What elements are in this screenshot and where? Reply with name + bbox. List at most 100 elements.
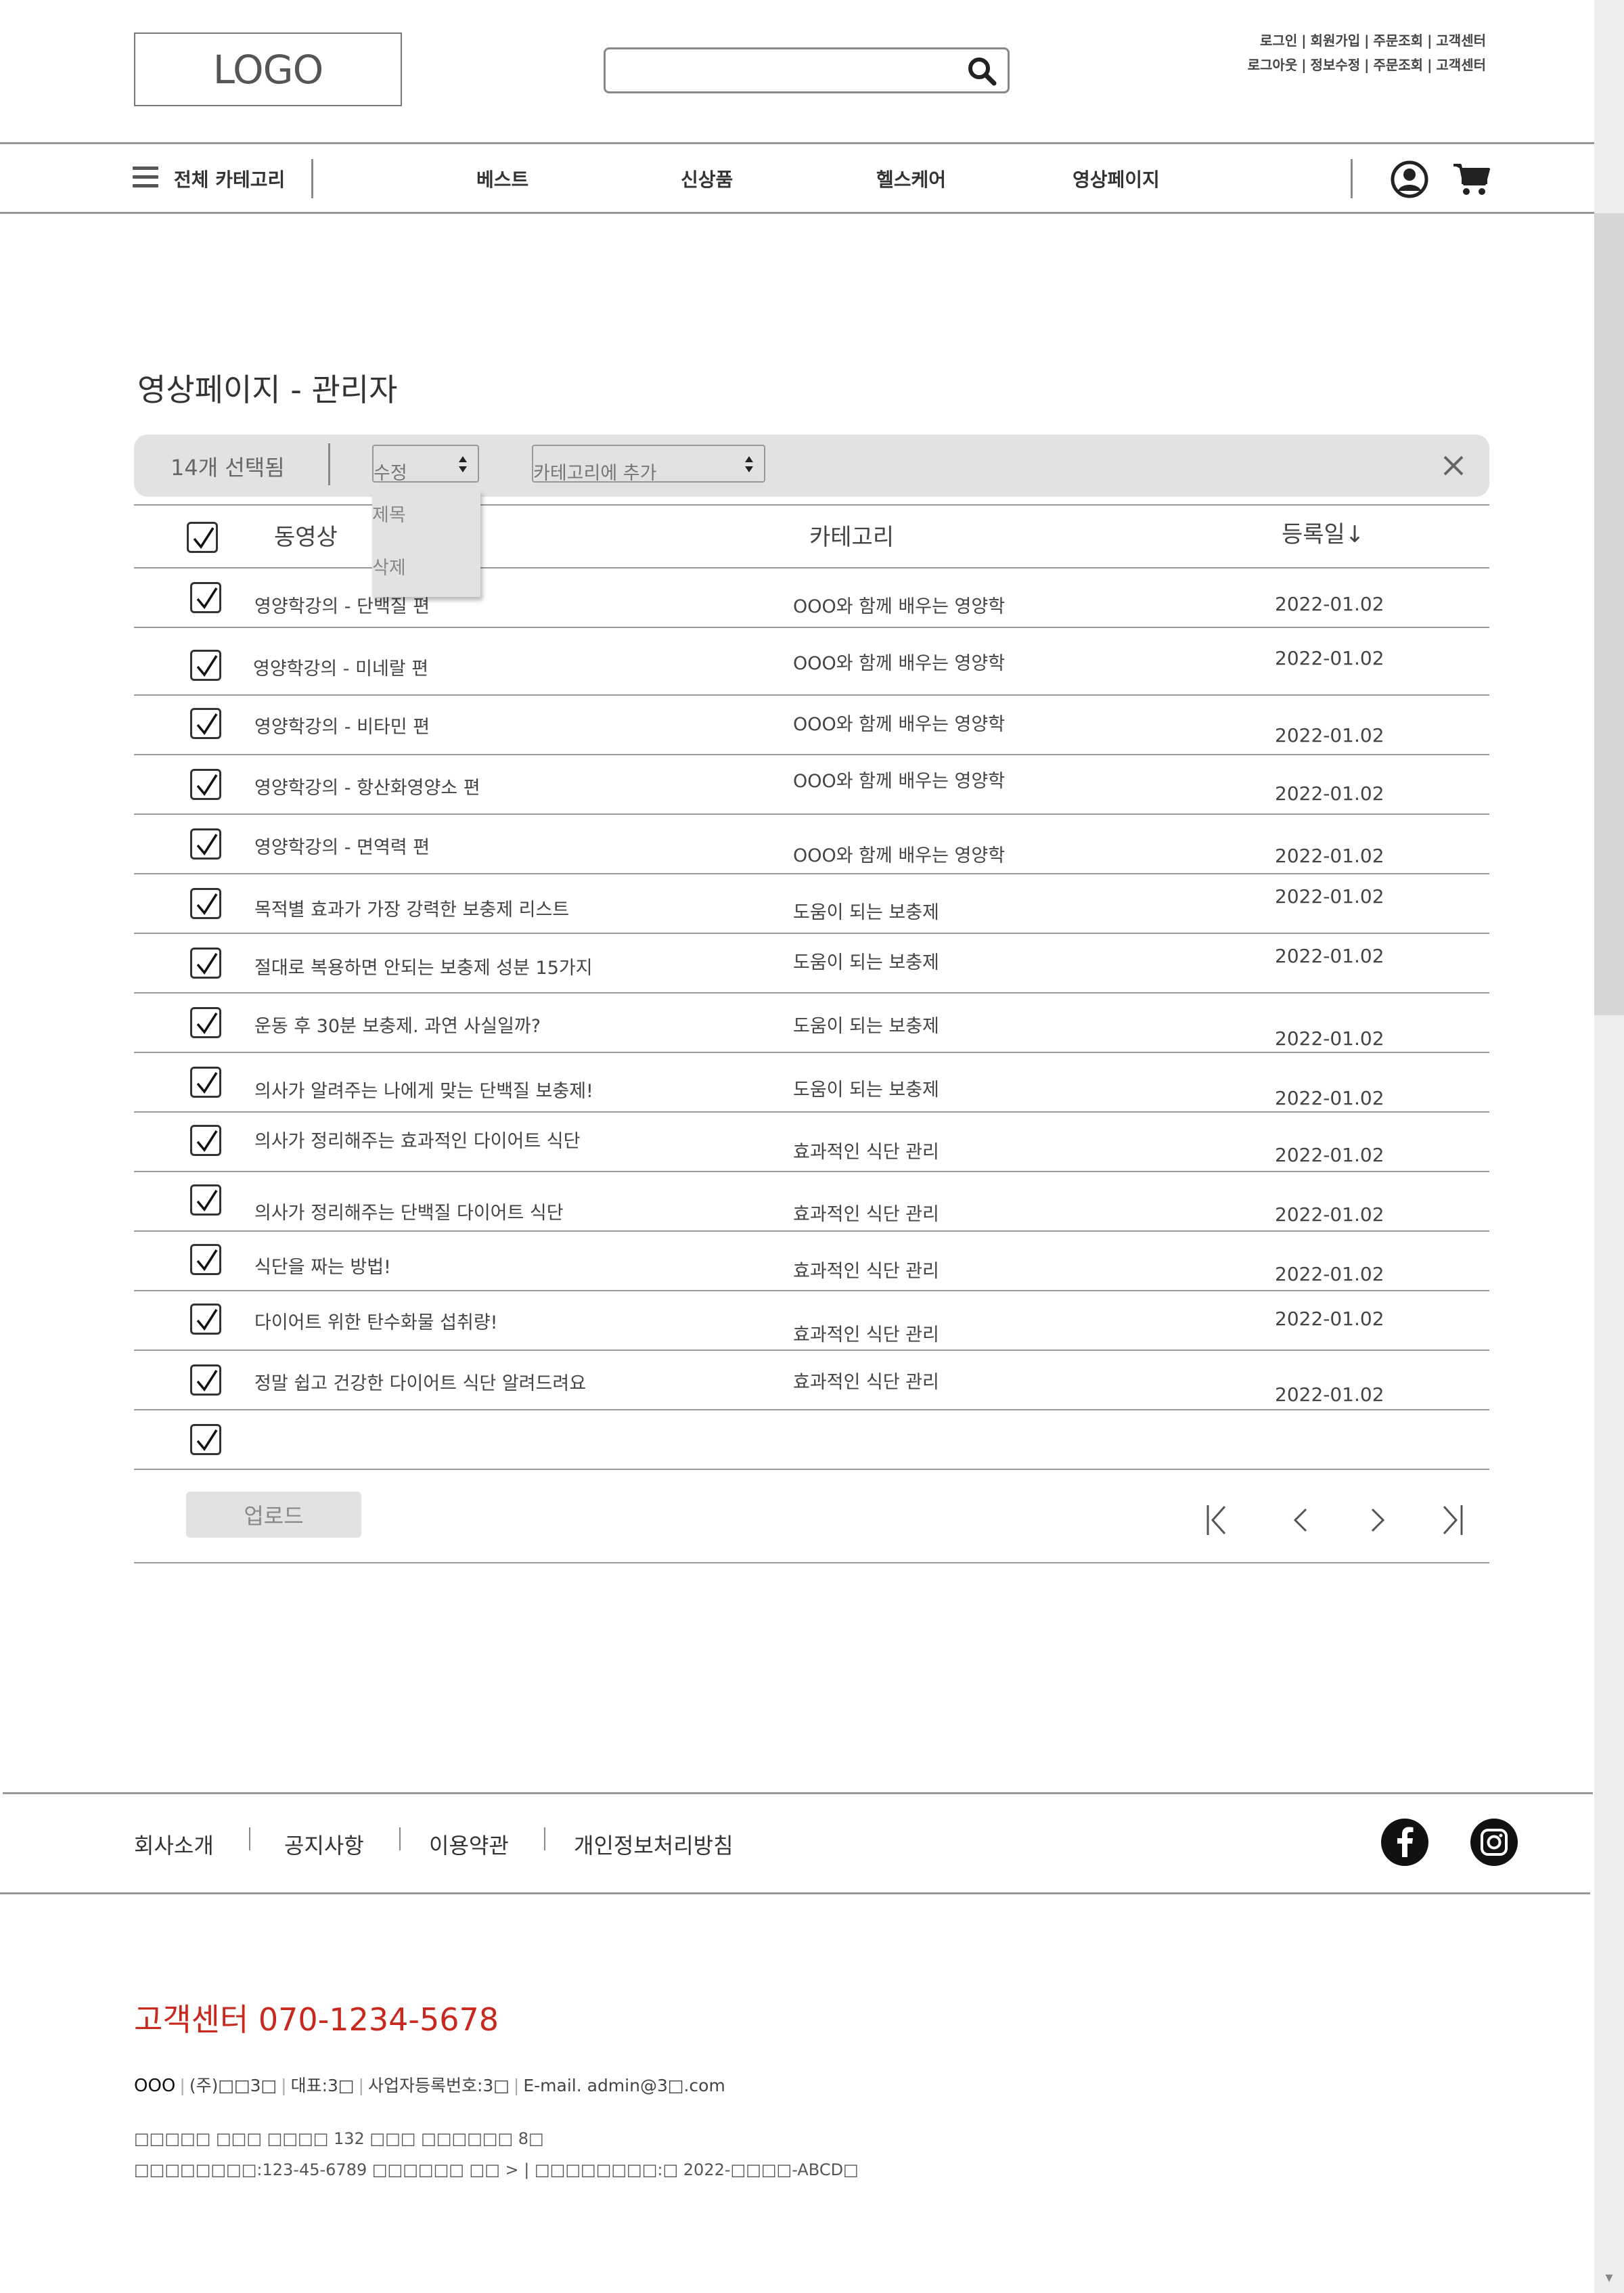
row-category: 도움이 되는 보충제 bbox=[793, 952, 939, 973]
row-divider bbox=[134, 1409, 1489, 1410]
row-video-title[interactable]: 의사가 알려주는 나에게 맞는 단백질 보충제! bbox=[254, 1076, 593, 1103]
row-video-title[interactable]: 식단을 짜는 방법! bbox=[254, 1252, 391, 1278]
select-arrows-icon bbox=[459, 456, 467, 472]
row-checkbox[interactable] bbox=[190, 828, 221, 860]
row-checkbox[interactable] bbox=[190, 708, 221, 739]
row-checkbox[interactable] bbox=[190, 1244, 221, 1275]
row-video-title[interactable]: 의사가 정리해주는 효과적인 다이어트 식단 bbox=[254, 1126, 580, 1153]
row-checkbox[interactable] bbox=[190, 769, 221, 800]
row-checkbox[interactable] bbox=[190, 1184, 221, 1216]
user-account-icon[interactable] bbox=[1390, 160, 1429, 199]
company-name: (주)□□3□ bbox=[189, 2076, 277, 2095]
signup-link[interactable]: 회원가입 bbox=[1311, 32, 1361, 49]
nav-item-video-page[interactable]: 영상페이지 bbox=[1073, 165, 1160, 192]
category-select-value: 카테고리에 추가 bbox=[533, 463, 657, 484]
nav-item-healthcare[interactable]: 헬스케어 bbox=[876, 165, 946, 192]
instagram-icon[interactable] bbox=[1470, 1818, 1518, 1867]
footer-link-about[interactable]: 회사소개 bbox=[134, 1829, 214, 1860]
previous-page-icon[interactable] bbox=[1287, 1501, 1314, 1539]
nav-divider-right bbox=[1351, 159, 1353, 198]
footer-link-privacy[interactable]: 개인정보처리방침 bbox=[574, 1829, 734, 1860]
hamburger-menu-icon[interactable] bbox=[133, 166, 160, 191]
last-page-icon[interactable] bbox=[1439, 1501, 1466, 1539]
row-checkbox[interactable] bbox=[190, 1364, 221, 1396]
row-category: 도움이 되는 보충제 bbox=[793, 1016, 939, 1037]
row-video-title[interactable]: 의사가 정리해주는 단백질 다이어트 식단 bbox=[254, 1198, 564, 1224]
first-page-icon[interactable] bbox=[1204, 1501, 1232, 1539]
nav-item-new[interactable]: 신상품 bbox=[681, 165, 733, 192]
row-date: 2022-01.02 bbox=[1275, 845, 1384, 867]
search-input[interactable] bbox=[604, 47, 1010, 93]
row-date: 2022-01.02 bbox=[1275, 593, 1384, 615]
checkmark-icon bbox=[196, 1130, 218, 1152]
category-select[interactable]: 카테고리에 추가 bbox=[532, 445, 765, 484]
row-date: 2022-01.02 bbox=[1275, 1383, 1384, 1406]
row-date: 2022-01.02 bbox=[1275, 724, 1384, 747]
column-header-video[interactable]: 동영상 bbox=[274, 518, 338, 552]
table-header-top-line bbox=[134, 504, 1489, 506]
row-video-title[interactable]: 운동 후 30분 보충제. 과연 사실일까? bbox=[254, 1011, 541, 1038]
order-lookup-link-2[interactable]: 주문조회 bbox=[1373, 57, 1423, 73]
shopping-cart-icon[interactable] bbox=[1452, 161, 1490, 198]
footer-mid-line bbox=[0, 1892, 1590, 1894]
logout-link[interactable]: 로그아웃 bbox=[1248, 57, 1298, 73]
row-checkbox[interactable] bbox=[190, 948, 221, 979]
column-header-date[interactable]: 등록일↓ bbox=[1282, 516, 1364, 549]
nav-item-best[interactable]: 베스트 bbox=[476, 165, 528, 192]
edit-profile-link[interactable]: 정보수정 bbox=[1311, 57, 1361, 73]
row-divider bbox=[134, 1052, 1489, 1053]
row-checkbox[interactable] bbox=[190, 1424, 221, 1455]
row-date: 2022-01.02 bbox=[1275, 1144, 1384, 1166]
row-checkbox[interactable] bbox=[190, 1067, 221, 1098]
row-video-title[interactable]: 다이어트 위한 탄수화물 섭취량! bbox=[254, 1308, 498, 1334]
row-divider bbox=[134, 1111, 1489, 1113]
upload-button[interactable]: 업로드 bbox=[186, 1492, 361, 1538]
row-video-title[interactable]: 영양학강의 - 비타민 편 bbox=[254, 712, 430, 738]
checkmark-icon bbox=[196, 1429, 218, 1451]
row-checkbox[interactable] bbox=[190, 888, 221, 919]
scroll-down-arrow-icon[interactable]: ▾ bbox=[1600, 2269, 1619, 2288]
row-video-title[interactable]: 영양학강의 - 면역력 편 bbox=[254, 832, 430, 859]
dropdown-option-title[interactable]: 제목 bbox=[372, 500, 406, 527]
footer-link-terms[interactable]: 이용약관 bbox=[429, 1829, 509, 1860]
nav-divider-bottom bbox=[0, 212, 1594, 214]
checkmark-icon bbox=[196, 893, 218, 915]
customer-center-link[interactable]: 고객센터 bbox=[1436, 32, 1486, 49]
edit-select[interactable]: 수정 bbox=[372, 445, 479, 484]
checkmark-icon bbox=[196, 1012, 218, 1034]
row-checkbox[interactable] bbox=[190, 1125, 221, 1156]
footer-link-notice[interactable]: 공지사항 bbox=[284, 1829, 364, 1860]
company-owner: OOO bbox=[134, 2076, 176, 2096]
row-video-title[interactable]: 목적별 효과가 가장 강력한 보충제 리스트 bbox=[254, 895, 569, 921]
row-divider bbox=[134, 567, 1489, 569]
scrollbar-thumb[interactable] bbox=[1594, 213, 1624, 1015]
close-icon[interactable] bbox=[1439, 451, 1468, 481]
customer-center-link-2[interactable]: 고객센터 bbox=[1436, 57, 1486, 73]
row-video-title[interactable]: 영양학강의 - 항산화영양소 편 bbox=[254, 773, 480, 799]
order-lookup-link[interactable]: 주문조회 bbox=[1373, 32, 1423, 49]
row-video-title[interactable]: 절대로 복용하면 안되는 보충제 성분 15가지 bbox=[254, 953, 593, 979]
bulk-action-bar bbox=[134, 435, 1489, 497]
row-checkbox[interactable] bbox=[190, 1304, 221, 1335]
row-video-title[interactable]: 영양학강의 - 미네랄 편 bbox=[253, 654, 428, 680]
row-category: OOO와 함께 배우는 영양학 bbox=[793, 714, 1006, 735]
select-all-checkbox[interactable] bbox=[187, 522, 218, 553]
facebook-icon[interactable] bbox=[1380, 1818, 1429, 1867]
logo[interactable]: LOGO bbox=[134, 32, 402, 106]
next-page-icon[interactable] bbox=[1364, 1501, 1391, 1539]
row-date: 2022-01.02 bbox=[1275, 1308, 1384, 1330]
row-checkbox[interactable] bbox=[190, 650, 221, 681]
row-category: 효과적인 식단 관리 bbox=[793, 1142, 939, 1163]
row-video-title[interactable]: 정말 쉽고 건강한 다이어트 식단 알려드려요 bbox=[254, 1368, 586, 1395]
edit-dropdown-menu: 제목 삭제 bbox=[372, 491, 480, 597]
checkmark-icon bbox=[193, 527, 215, 549]
dropdown-option-delete[interactable]: 삭제 bbox=[372, 553, 406, 579]
company-address: □□□□□ □□□ □□□□ 132 □□□ □□□□□□ 8□ bbox=[134, 2129, 544, 2148]
row-checkbox[interactable] bbox=[190, 1007, 221, 1038]
login-link[interactable]: 로그인 bbox=[1260, 32, 1297, 49]
row-checkbox[interactable] bbox=[190, 582, 221, 613]
column-header-category[interactable]: 카테고리 bbox=[809, 518, 894, 552]
company-business-line: □□□□□□□□:123-45-6789 □□□□□□ □□ > | □□□□□… bbox=[134, 2160, 859, 2179]
nav-all-categories[interactable]: 전체 카테고리 bbox=[174, 165, 285, 192]
search-icon[interactable] bbox=[965, 54, 999, 88]
